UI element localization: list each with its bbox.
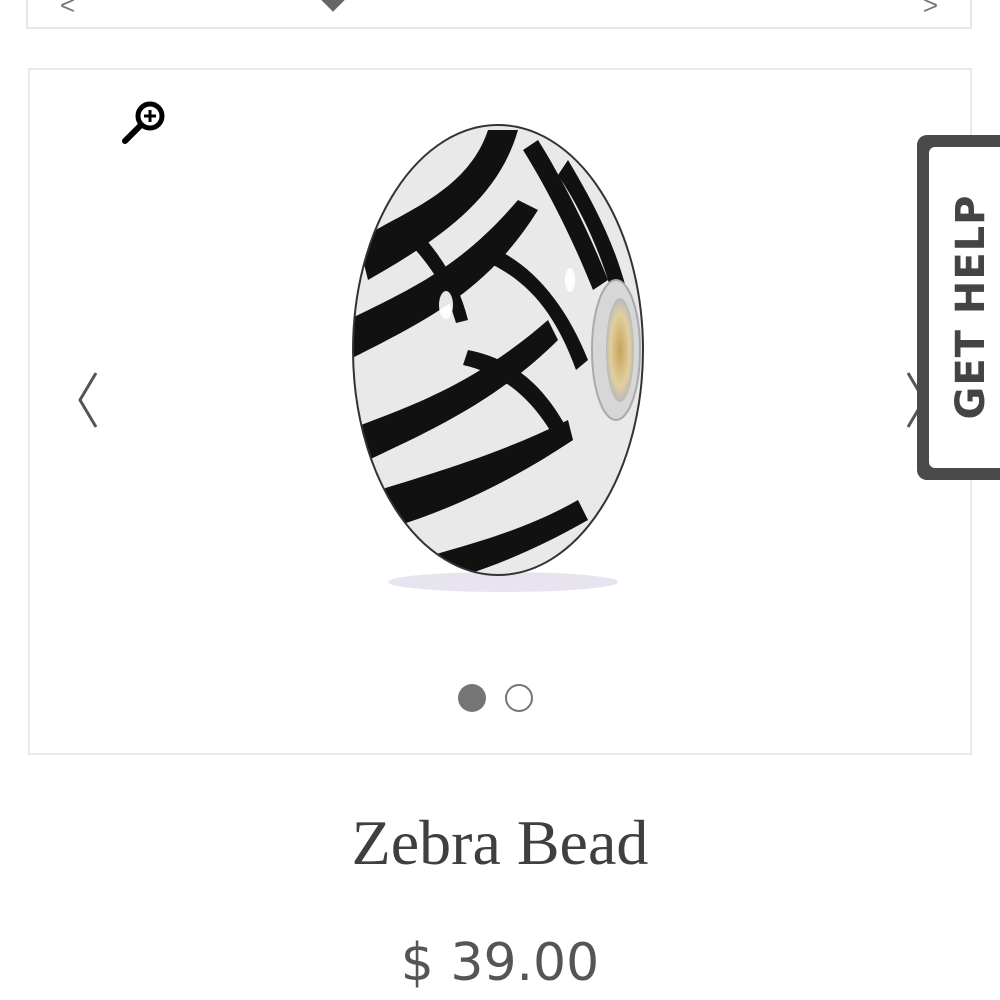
product-image (352, 124, 644, 592)
zoom-in-icon[interactable] (120, 98, 170, 148)
carousel-pagination (458, 684, 533, 712)
get-help-label: GET HELP (948, 194, 994, 420)
product-page: < > GET HELP Zebra Bead $ 39.00 (0, 0, 1000, 1000)
chevron-left-icon[interactable] (68, 365, 108, 435)
chevron-left-icon: < (60, 0, 76, 20)
variant-select-bar[interactable]: < > (26, 0, 972, 29)
get-help-button[interactable]: GET HELP (917, 135, 1000, 480)
carousel-dot-2[interactable] (505, 684, 533, 712)
carousel-dot-1[interactable] (458, 684, 486, 712)
product-image-gallery (28, 68, 972, 755)
product-price: $ 39.00 (400, 933, 600, 993)
product-title: Zebra Bead (351, 807, 649, 878)
diamond-icon (320, 0, 346, 12)
get-help-tab-inner: GET HELP (929, 147, 1000, 468)
chevron-right-icon: > (922, 0, 938, 20)
